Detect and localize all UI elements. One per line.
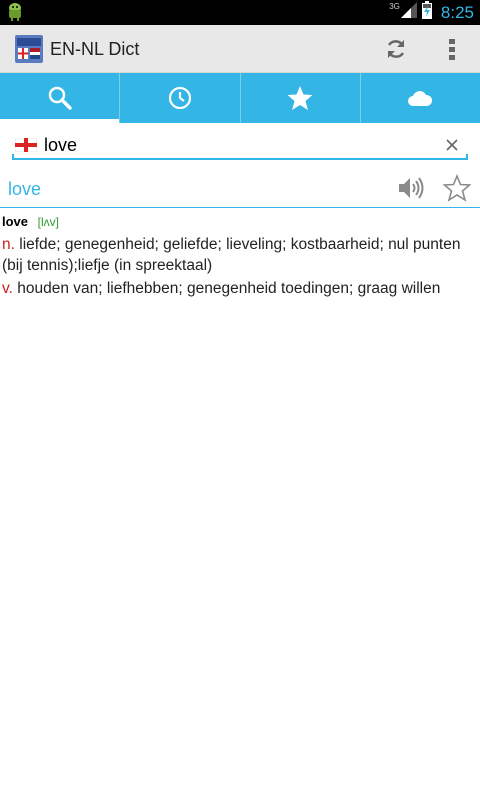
star-icon — [287, 86, 313, 110]
overflow-dots-icon — [449, 39, 455, 60]
add-favorite-button[interactable] — [442, 173, 472, 203]
search-underline — [12, 154, 468, 160]
part-of-speech: v. — [2, 280, 13, 297]
headword-line: love [lʌv] — [2, 212, 478, 232]
status-bar: 3G 8:25 — [0, 0, 480, 25]
speaker-icon — [399, 177, 424, 199]
search-input[interactable] — [44, 132, 434, 158]
battery-charging-icon — [421, 1, 432, 24]
tab-history[interactable] — [120, 73, 241, 123]
refresh-icon — [387, 40, 405, 58]
overflow-menu-button[interactable] — [440, 33, 464, 65]
sense-text: liefde; genegenheid; geliefde; lieveling… — [2, 236, 461, 274]
sense-text: houden van; liefhebben; genegenheid toed… — [12, 280, 441, 297]
sense-item: v. houden van; liefhebben; genegenheid t… — [2, 278, 478, 299]
refresh-button[interactable] — [380, 33, 412, 65]
cloud-icon — [408, 91, 433, 106]
headword: love — [2, 214, 29, 229]
signal-icon — [400, 2, 417, 23]
clear-search-button[interactable] — [443, 136, 461, 154]
part-of-speech: n. — [2, 236, 15, 253]
tab-favorites[interactable] — [241, 73, 361, 123]
app-title: EN-NL Dict — [50, 39, 140, 59]
tab-bar — [0, 73, 480, 123]
word-header: love — [0, 166, 480, 208]
clock: 8:25 — [440, 2, 474, 22]
definition-panel: love [lʌv] n. liefde; genegenheid; gelie… — [2, 212, 478, 299]
search-bar — [0, 124, 480, 166]
history-clock-icon — [168, 86, 191, 110]
tab-search[interactable] — [0, 73, 121, 123]
pronounce-button[interactable] — [396, 174, 426, 202]
word-title: love — [8, 179, 42, 199]
tab-cloud[interactable] — [361, 73, 480, 123]
search-icon — [48, 86, 72, 110]
sense-item: n. liefde; genegenheid; geliefde; lievel… — [2, 234, 478, 276]
action-bar: EN-NL Dict — [0, 25, 480, 73]
phonetic: [lʌv] — [37, 215, 59, 229]
star-outline-icon — [443, 174, 471, 202]
app-logo-icon — [15, 35, 43, 63]
network-type-label: 3G — [389, 2, 400, 11]
close-icon — [446, 139, 458, 151]
english-flag-icon[interactable] — [14, 137, 38, 153]
android-notification-icon — [6, 2, 24, 22]
